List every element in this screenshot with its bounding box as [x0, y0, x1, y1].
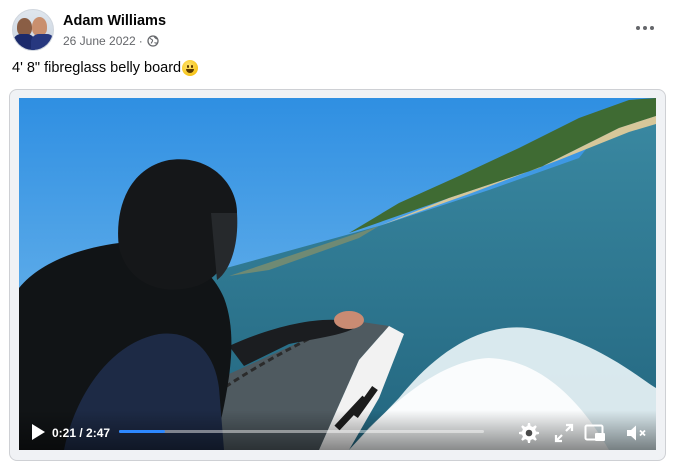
progress-bar-fill: [119, 430, 165, 433]
video-player[interactable]: 0:21 / 2:47: [19, 98, 656, 450]
video-time: 0:21 / 2:47: [52, 426, 111, 440]
dot-icon: [643, 26, 647, 30]
globe-icon: [147, 34, 159, 47]
video-frame-image: [19, 98, 656, 450]
post-subtitle: 26 June 2022 ·: [63, 34, 166, 48]
media-frame: 0:21 / 2:47: [9, 89, 666, 461]
video-controls: 0:21 / 2:47: [19, 410, 656, 450]
grinning-face-emoji-icon: [182, 60, 199, 76]
play-icon[interactable]: [27, 421, 49, 443]
fullscreen-icon[interactable]: [552, 421, 576, 445]
separator: ·: [138, 33, 143, 48]
post-caption: 4' 8" fibreglass belly board: [12, 60, 199, 76]
author-name[interactable]: Adam Williams: [63, 13, 166, 30]
caption-text: 4' 8" fibreglass belly board: [12, 60, 182, 76]
more-options-button[interactable]: [633, 16, 657, 40]
picture-in-picture-icon[interactable]: [583, 421, 607, 445]
dot-icon: [650, 26, 654, 30]
post-header: Adam Williams 26 June 2022 ·: [12, 9, 166, 51]
avatar[interactable]: [12, 9, 54, 51]
dot-icon: [636, 26, 640, 30]
muted-speaker-icon[interactable]: [624, 421, 648, 445]
progress-bar[interactable]: [119, 430, 484, 433]
post-meta: Adam Williams 26 June 2022 ·: [63, 13, 166, 48]
post-date[interactable]: 26 June 2022: [63, 34, 136, 48]
settings-icon[interactable]: [517, 421, 541, 445]
